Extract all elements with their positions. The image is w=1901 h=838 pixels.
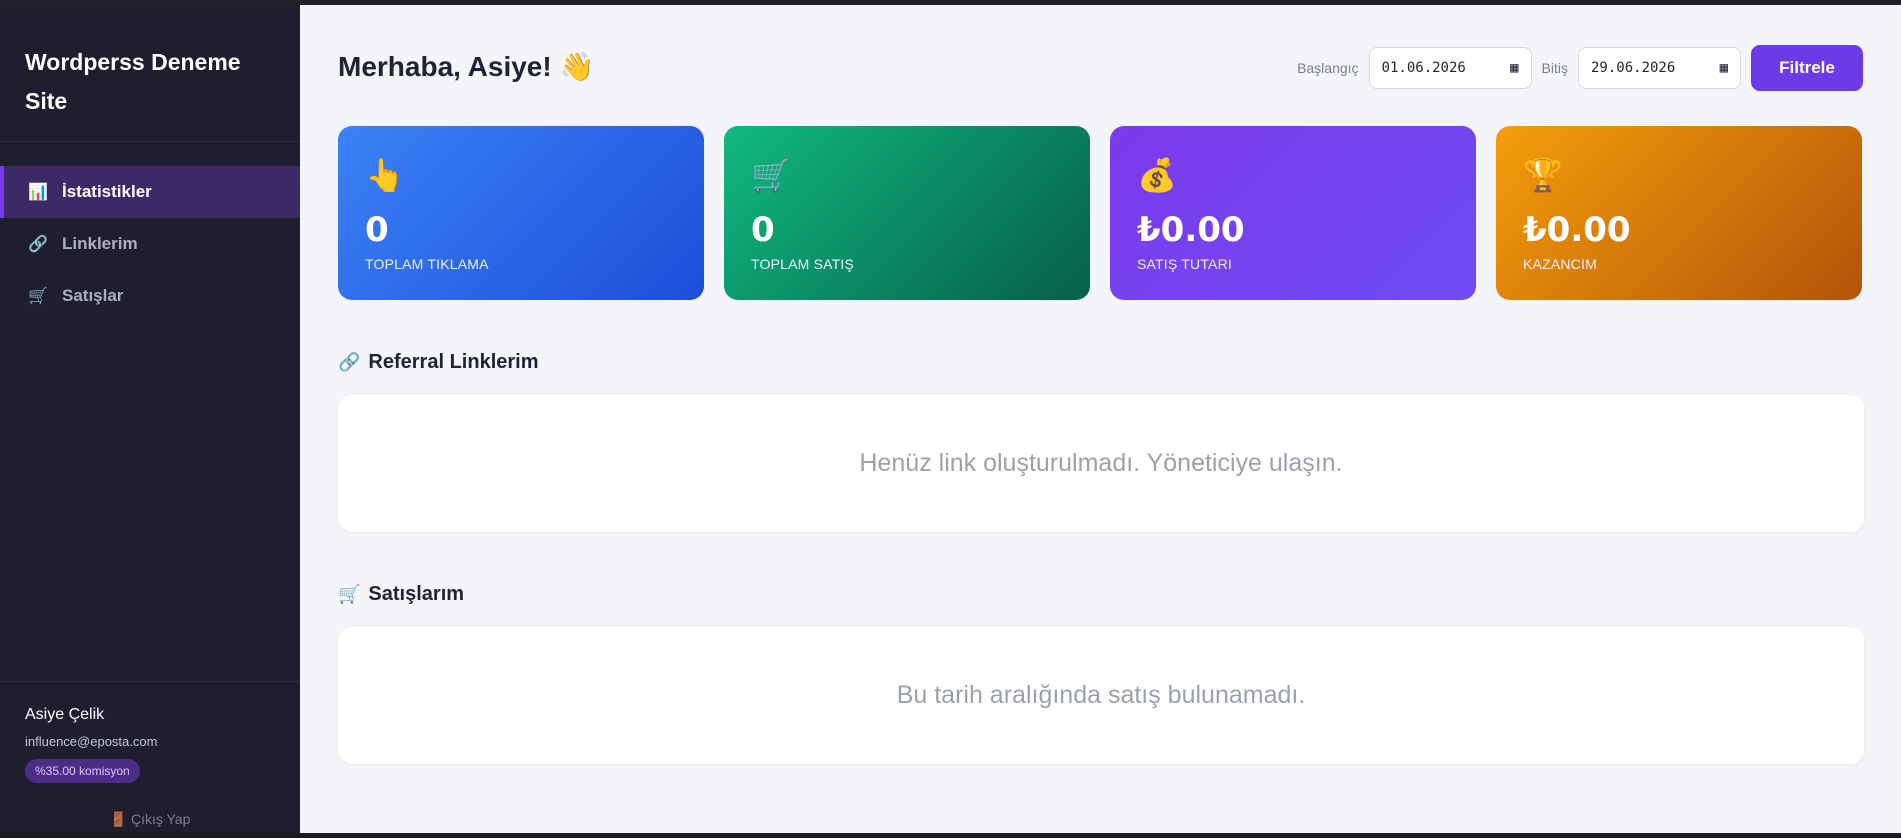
trophy-icon: 🏆 [1523,157,1563,193]
calendar-icon[interactable]: ▦ [1720,60,1728,76]
sidebar: Wordperss Deneme Site 📊 İstatistikler 🔗 … [0,5,300,833]
start-date-value: 01.06.2026 [1381,60,1466,76]
brand-title: Wordperss Deneme Site [0,5,300,142]
stat-card-earnings: 🏆 ₺0.00 KAZANCIM [1496,126,1862,300]
stat-label: SATIŞ TUTARI [1137,256,1232,272]
pointer-hand-icon: 👆 [365,157,405,193]
user-email: influence@eposta.com [25,734,158,749]
money-bag-icon: 💰 [1137,157,1177,193]
cart-icon: 🛒 [28,288,48,305]
sidebar-item-linklerim[interactable]: 🔗 Linklerim [0,218,300,270]
end-date-value: 29.06.2026 [1591,60,1676,76]
link-icon: 🔗 [338,352,361,372]
calendar-icon[interactable]: ▦ [1510,60,1518,76]
sidebar-item-satislar[interactable]: 🛒 Satışlar [0,270,300,322]
cart-icon: 🛒 [338,584,361,604]
sales-empty-message: Bu tarih aralığında satış bulunamadı. [896,681,1306,709]
links-section-title: 🔗 Referral Linklerim [338,351,539,374]
stat-label: TOPLAM SATIŞ [751,256,855,272]
stat-card-sales-amount: 💰 ₺0.00 SATIŞ TUTARI [1110,126,1476,300]
sales-section-title: 🛒 Satışlarım [338,583,464,606]
sales-panel: Bu tarih aralığında satış bulunamadı. [338,627,1864,764]
bar-chart-icon: 📊 [28,184,48,201]
stat-card-clicks: 👆 0 TOPLAM TIKLAMA [338,126,704,300]
stat-cards: 👆 0 TOPLAM TIKLAMA 🛒 0 TOPLAM SATIŞ 💰 ₺0… [338,126,1862,300]
sidebar-item-label: Linklerim [62,234,138,253]
stat-value: 0 [751,210,775,250]
end-date-input[interactable]: 29.06.2026 ▦ [1578,47,1741,89]
end-date-label: Bitiş [1541,60,1568,76]
links-title-text: Referral Linklerim [368,351,539,373]
cart-icon: 🛒 [751,157,791,193]
sidebar-item-istatistikler[interactable]: 📊 İstatistikler [0,166,300,218]
stat-label: TOPLAM TIKLAMA [365,256,489,272]
link-icon: 🔗 [28,236,48,253]
start-date-input[interactable]: 01.06.2026 ▦ [1368,47,1532,89]
logout-link[interactable]: 🚪 Çıkış Yap [0,811,300,828]
start-date-label: Başlangıç [1297,60,1359,76]
bottom-border [0,833,1901,838]
stat-value: ₺0.00 [1523,210,1631,250]
door-icon: 🚪 [109,811,128,827]
links-panel: Henüz link oluşturulmadı. Yöneticiye ula… [338,395,1864,532]
sidebar-item-label: Satışlar [62,286,124,305]
user-info: Asiye Çelik influence@eposta.com %35.00 … [0,681,300,783]
stat-value: ₺0.00 [1137,210,1245,250]
commission-badge: %35.00 komisyon [25,759,140,783]
logout-label: Çıkış Yap [130,811,191,827]
page-title: Merhaba, Asiye! 👋 [338,51,595,82]
sales-title-text: Satışlarım [368,583,465,605]
filter-button[interactable]: Filtrele [1751,45,1863,91]
main-content: Merhaba, Asiye! 👋 Başlangıç 01.06.2026 ▦… [300,5,1901,833]
links-empty-message: Henüz link oluşturulmadı. Yöneticiye ula… [859,449,1343,477]
stat-label: KAZANCIM [1523,256,1597,272]
stat-value: 0 [365,210,389,250]
user-name: Asiye Çelik [25,706,105,723]
date-filter: Başlangıç 01.06.2026 ▦ Bitiş 29.06.2026 … [1297,45,1863,91]
sidebar-nav: 📊 İstatistikler 🔗 Linklerim 🛒 Satışlar [0,166,300,322]
stat-card-sales: 🛒 0 TOPLAM SATIŞ [724,126,1090,300]
sidebar-item-label: İstatistikler [62,182,152,201]
